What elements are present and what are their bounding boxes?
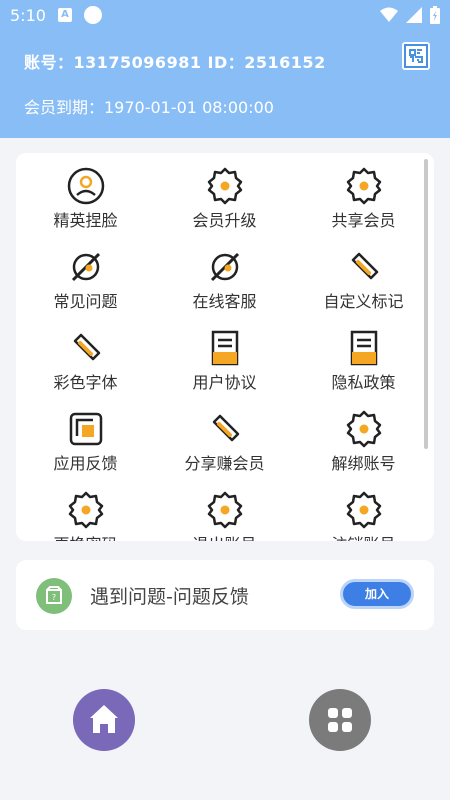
grid-item-label: 彩色字体 — [53, 373, 118, 392]
grid-item-label: 注销账号 — [294, 531, 433, 541]
document-icon — [204, 327, 246, 369]
header: 5:10 A 账号：13175096981 ID：2516152 会员到期：19… — [0, 0, 450, 138]
grid-item-10[interactable]: 应用反馈 — [16, 400, 155, 481]
grid-item-label: 自定义标记 — [323, 292, 404, 311]
feedback-text: 遇到问题-问题反馈 — [90, 586, 249, 608]
grid-item-label: 会员升级 — [192, 211, 257, 230]
grid-item-label: 分享赚会员 — [184, 454, 265, 473]
gear-icon — [65, 489, 107, 531]
notification-dot-icon — [84, 6, 102, 24]
feature-grid-card: 精英捏脸 会员升级 共享会员常见问题 在线客服 自定义标记彩色字体 用户协议 隐私政策应用反… — [16, 153, 434, 541]
grid-item-6[interactable]: 自定义标记 — [294, 238, 433, 319]
grid-item-2[interactable]: 会员升级 — [155, 157, 294, 238]
grid-item-1[interactable]: 精英捏脸 — [16, 157, 155, 238]
grid-item-label: 更换密码 — [16, 531, 155, 541]
apps-icon — [328, 708, 352, 732]
copy-icon — [65, 408, 107, 450]
join-button[interactable]: 加入 — [340, 579, 414, 609]
grid-item-7[interactable]: 彩色字体 — [16, 319, 155, 400]
grid-item-12[interactable]: 解绑账号 — [294, 400, 433, 481]
qr-scan-button[interactable] — [402, 42, 430, 70]
grid-item-11[interactable]: 分享赚会员 — [155, 400, 294, 481]
gear-icon — [204, 165, 246, 207]
gear-icon — [343, 165, 385, 207]
grid-item-label: 在线客服 — [192, 292, 257, 311]
grid-item-15[interactable]: 注销账号 — [294, 481, 433, 541]
planet-icon — [204, 246, 246, 288]
grid-item-label: 应用反馈 — [53, 454, 118, 473]
link-icon — [65, 327, 107, 369]
gear-icon — [343, 408, 385, 450]
grid-item-label: 用户协议 — [192, 373, 257, 392]
notification-a-icon: A — [58, 8, 72, 22]
wifi-icon — [380, 7, 398, 22]
account-info: 账号：13175096981 ID：2516152 — [24, 53, 326, 72]
member-expire: 会员到期：1970-01-01 08:00:00 — [24, 98, 274, 117]
package-icon: ? — [36, 578, 72, 614]
grid-item-4[interactable]: 常见问题 — [16, 238, 155, 319]
feedback-card[interactable]: ? 遇到问题-问题反馈 加入 — [16, 560, 434, 630]
nav-home-button[interactable] — [73, 689, 135, 751]
status-indicators — [380, 6, 440, 24]
link-icon — [343, 246, 385, 288]
grid-item-3[interactable]: 共享会员 — [294, 157, 433, 238]
svg-text:?: ? — [52, 593, 56, 602]
user-circle-icon — [65, 165, 107, 207]
qr-icon — [404, 44, 428, 68]
grid-item-13[interactable]: 更换密码 — [16, 481, 155, 541]
grid-item-5[interactable]: 在线客服 — [155, 238, 294, 319]
grid-item-label: 共享会员 — [331, 211, 396, 230]
grid-item-14[interactable]: 退出账号 — [155, 481, 294, 541]
link-icon — [204, 408, 246, 450]
grid-item-label: 常见问题 — [53, 292, 118, 311]
grid-item-label: 解绑账号 — [331, 454, 396, 473]
document-icon — [343, 327, 385, 369]
battery-icon — [430, 6, 440, 24]
gear-icon — [343, 489, 385, 531]
grid-item-label: 精英捏脸 — [53, 211, 118, 230]
signal-icon — [406, 7, 422, 23]
planet-icon — [65, 246, 107, 288]
grid-item-9[interactable]: 隐私政策 — [294, 319, 433, 400]
status-time: 5:10 — [10, 6, 46, 25]
grid-item-8[interactable]: 用户协议 — [155, 319, 294, 400]
gear-icon — [204, 489, 246, 531]
grid-item-label: 退出账号 — [155, 531, 294, 541]
grid-item-label: 隐私政策 — [331, 373, 396, 392]
status-bar: 5:10 A — [0, 0, 450, 32]
nav-apps-button[interactable] — [309, 689, 371, 751]
home-icon — [90, 705, 118, 733]
grid-scrollbar[interactable] — [424, 159, 428, 449]
